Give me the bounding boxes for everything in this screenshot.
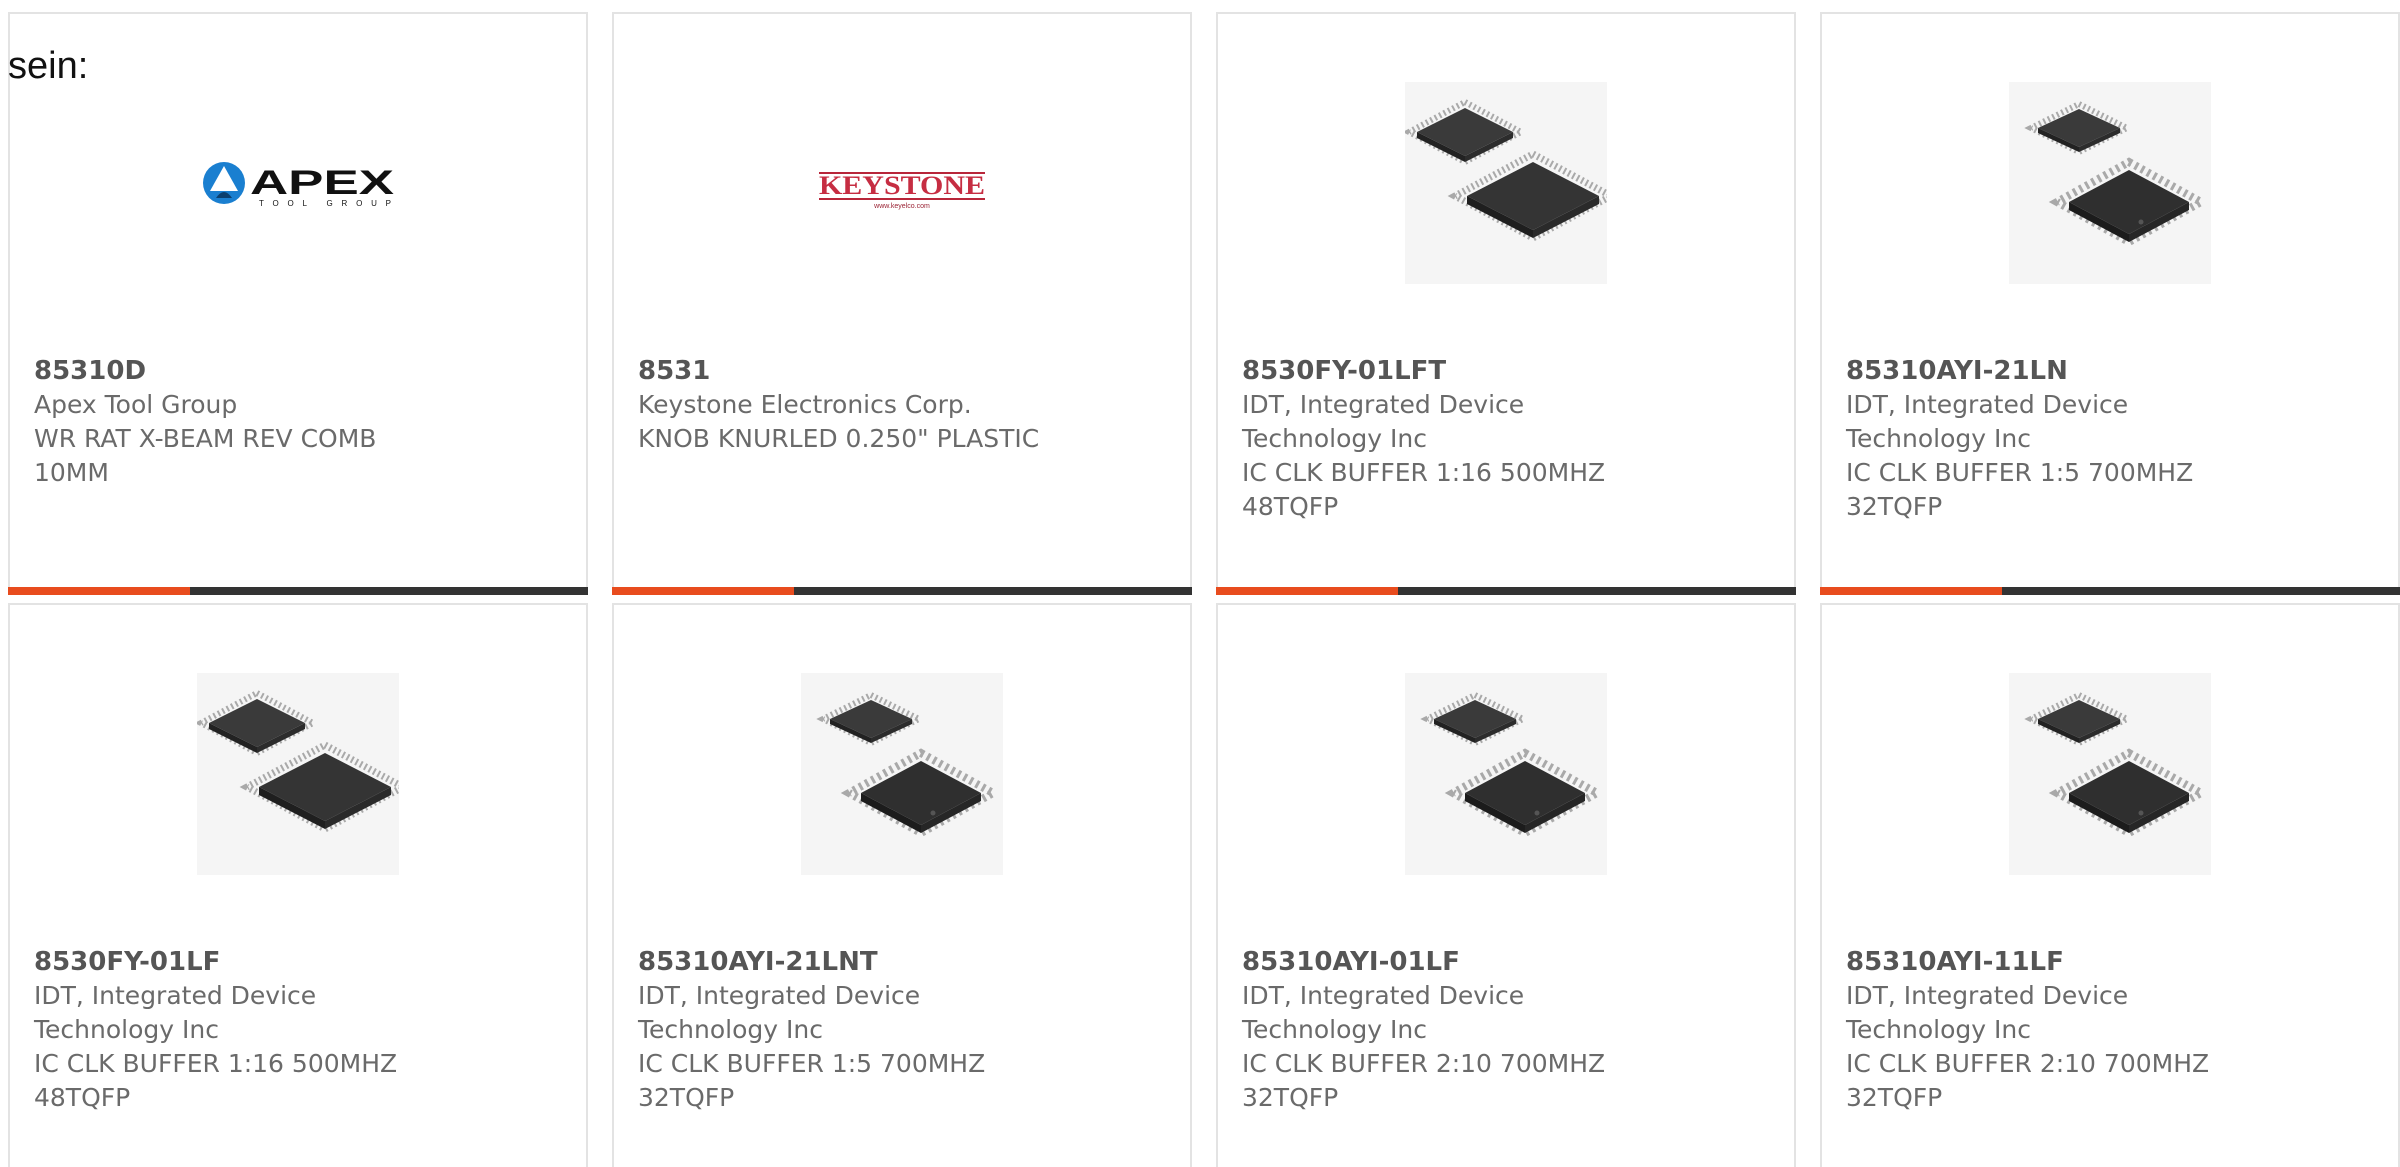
manufacturer-name: IDT, Integrated Device Technology Inc — [638, 981, 921, 1044]
product-image[interactable]: KEYSTONE www.keyelco.com — [801, 82, 1003, 284]
logo-text: KEYSTONE — [819, 171, 985, 200]
product-image[interactable] — [2009, 82, 2211, 284]
product-description: IC CLK BUFFER 2:10 700MHZ 32TQFP — [1242, 1049, 1606, 1112]
keystone-logo: KEYSTONE www.keyelco.com — [819, 171, 985, 210]
manufacturer-name: IDT, Integrated Device Technology Inc — [1846, 981, 2129, 1044]
product-description: IC CLK BUFFER 1:16 500MHZ 48TQFP — [1242, 458, 1606, 521]
card-bar-accent — [1820, 587, 2002, 595]
product-card[interactable]: 85310AYI-01LF IDT, Integrated Device Tec… — [1216, 603, 1796, 1167]
product-image[interactable] — [801, 673, 1003, 875]
product-card[interactable]: KEYSTONE www.keyelco.com 8531 Keystone E… — [612, 12, 1192, 595]
product-description: IC CLK BUFFER 1:5 700MHZ 32TQFP — [638, 1049, 986, 1112]
part-number-link[interactable]: 85310AYI-01LF — [1242, 945, 1662, 979]
part-number-link[interactable]: 8531 — [638, 354, 1058, 388]
logo-subtext: www.keyelco.com — [873, 203, 930, 210]
part-number-link[interactable]: 85310AYI-11LF — [1846, 945, 2266, 979]
manufacturer-name: IDT, Integrated Device Technology Inc — [1846, 390, 2129, 453]
product-card[interactable]: 85310AYI-11LF IDT, Integrated Device Tec… — [1820, 603, 2400, 1167]
card-bar-accent — [612, 587, 794, 595]
product-card[interactable]: APEX TOOL GROUP 85310D Apex Tool Group W… — [8, 12, 588, 595]
product-card[interactable]: 85310AYI-21LNT IDT, Integrated Device Te… — [612, 603, 1192, 1167]
product-image[interactable]: APEX TOOL GROUP — [197, 82, 399, 284]
product-info: 85310AYI-01LF IDT, Integrated Device Tec… — [1242, 945, 1662, 1115]
card-bottom-bar — [8, 587, 588, 595]
product-image[interactable] — [2009, 673, 2211, 875]
apex-tool-group-logo: APEX TOOL GROUP — [203, 162, 394, 208]
product-info: 8530FY-01LFT IDT, Integrated Device Tech… — [1242, 354, 1662, 524]
product-info: 8530FY-01LF IDT, Integrated Device Techn… — [34, 945, 454, 1115]
product-description: IC CLK BUFFER 1:16 500MHZ 48TQFP — [34, 1049, 398, 1112]
product-grid: APEX TOOL GROUP 85310D Apex Tool Group W… — [8, 12, 2400, 1167]
intro-text: sein: — [8, 45, 89, 87]
product-description: IC CLK BUFFER 1:5 700MHZ 32TQFP — [1846, 458, 2194, 521]
ic-chip-icon — [2024, 100, 2210, 247]
card-bottom-bar — [612, 587, 1192, 595]
product-card[interactable]: 8530FY-01LFT IDT, Integrated Device Tech… — [1216, 12, 1796, 595]
product-info: 85310AYI-21LN IDT, Integrated Device Tec… — [1846, 354, 2266, 524]
manufacturer-name: IDT, Integrated Device Technology Inc — [1242, 390, 1525, 453]
product-info: 85310AYI-11LF IDT, Integrated Device Tec… — [1846, 945, 2266, 1115]
manufacturer-name: Apex Tool Group — [34, 390, 238, 419]
logo-text: APEX — [250, 164, 394, 202]
manufacturer-name: IDT, Integrated Device Technology Inc — [1242, 981, 1525, 1044]
product-card[interactable]: 85310AYI-21LN IDT, Integrated Device Tec… — [1820, 12, 2400, 595]
card-bottom-bar — [1216, 587, 1796, 595]
part-number-link[interactable]: 8530FY-01LFT — [1242, 354, 1662, 388]
card-bar-accent — [8, 587, 190, 595]
product-description: IC CLK BUFFER 2:10 700MHZ 32TQFP — [1846, 1049, 2210, 1112]
manufacturer-name: IDT, Integrated Device Technology Inc — [34, 981, 317, 1044]
product-info: 85310D Apex Tool Group WR RAT X-BEAM REV… — [34, 354, 454, 490]
manufacturer-name: Keystone Electronics Corp. — [638, 390, 972, 419]
ic-chip-icon — [816, 691, 1002, 838]
product-image[interactable] — [1405, 82, 1607, 284]
card-bottom-bar — [1820, 587, 2400, 595]
product-image[interactable] — [197, 673, 399, 875]
ic-chip-icon — [1420, 691, 1606, 838]
product-image[interactable] — [1405, 673, 1607, 875]
product-card[interactable]: 8530FY-01LF IDT, Integrated Device Techn… — [8, 603, 588, 1167]
part-number-link[interactable]: 85310AYI-21LNT — [638, 945, 1058, 979]
product-description: WR RAT X-BEAM REV COMB 10MM — [34, 424, 377, 487]
product-info: 85310AYI-21LNT IDT, Integrated Device Te… — [638, 945, 1058, 1115]
product-grid-page: sein: APEX TOOL GROUP 85310D Apex Tool G… — [0, 0, 2400, 1167]
product-info: 8531 Keystone Electronics Corp. KNOB KNU… — [638, 354, 1058, 456]
ic-chip-icon — [1405, 98, 1607, 242]
ic-chip-icon — [197, 689, 399, 833]
part-number-link[interactable]: 85310D — [34, 354, 454, 388]
part-number-link[interactable]: 85310AYI-21LN — [1846, 354, 2266, 388]
product-description: KNOB KNURLED 0.250" PLASTIC — [638, 424, 1040, 453]
card-bar-accent — [1216, 587, 1398, 595]
ic-chip-icon — [2024, 691, 2210, 838]
part-number-link[interactable]: 8530FY-01LF — [34, 945, 454, 979]
